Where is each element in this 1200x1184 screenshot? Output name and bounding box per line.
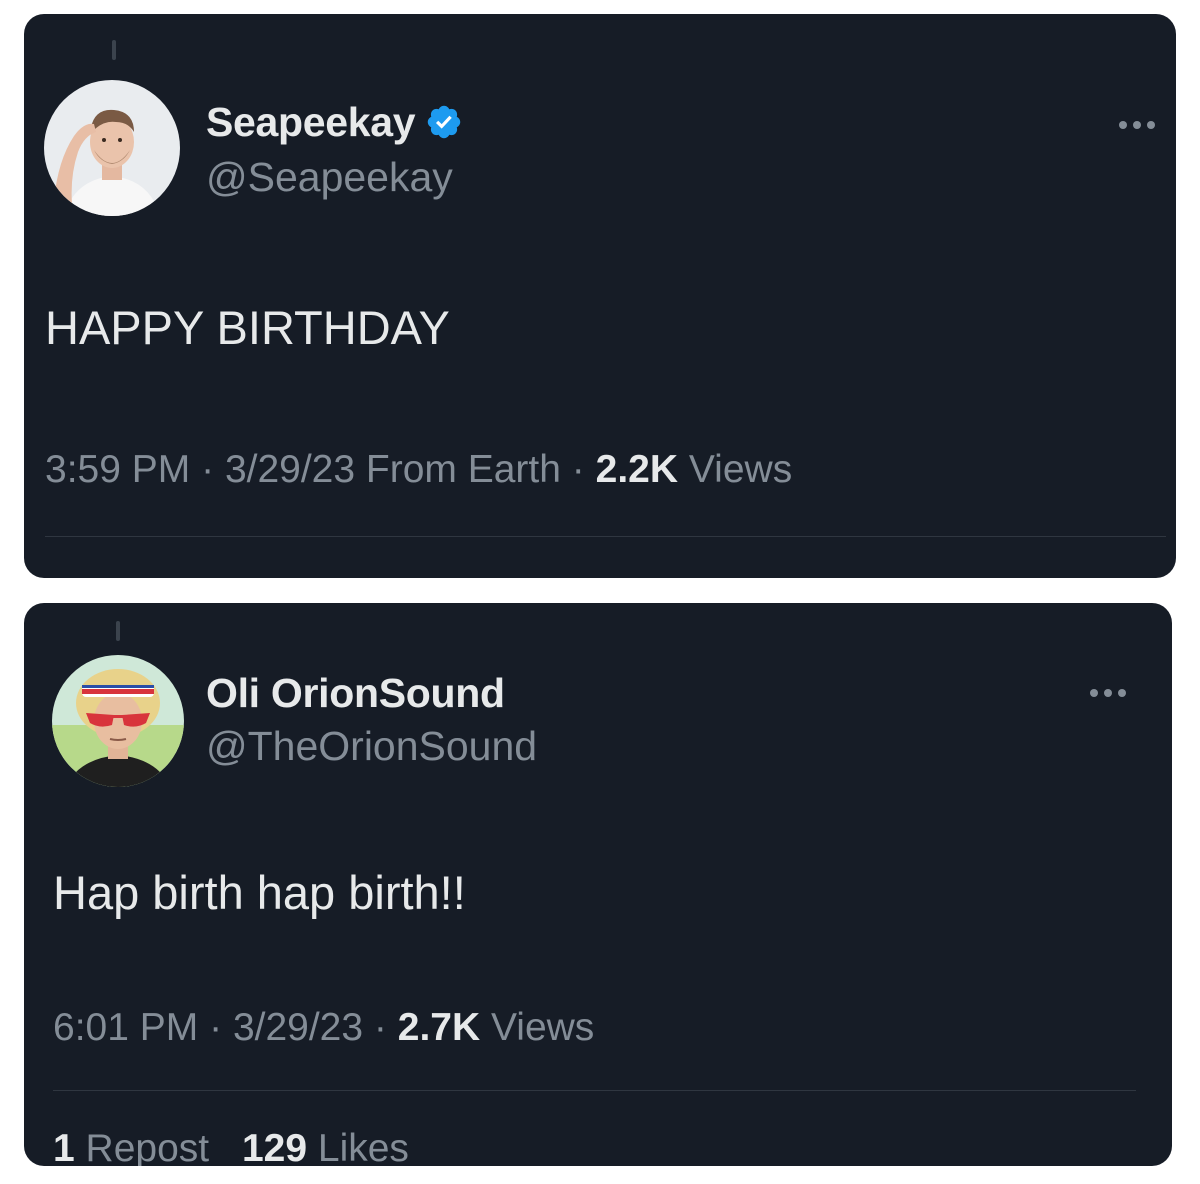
display-name[interactable]: Oli OrionSound [206, 670, 505, 717]
tweet-time[interactable]: 3:59 PM [45, 448, 190, 491]
verified-badge-icon [428, 105, 461, 139]
engagement-stats: 1 Repost 129 Likes [53, 1127, 431, 1166]
tweet-card-orionsound: Oli OrionSound @TheOrionSound Hap birth … [24, 603, 1172, 1166]
author-handle[interactable]: @Seapeekay [206, 154, 453, 201]
tweet-text: Hap birth hap birth!! [53, 866, 466, 919]
divider [53, 1090, 1136, 1091]
views-count: 2.2K [595, 448, 679, 491]
display-name[interactable]: Seapeekay [206, 99, 416, 146]
likes-label: Likes [317, 1127, 409, 1166]
tweet-date[interactable]: 3/29/23 [225, 448, 355, 491]
views-label: Views [490, 1006, 595, 1049]
thread-connector-line [112, 40, 116, 60]
author-name-row[interactable]: Seapeekay [206, 96, 463, 148]
tweet-text: HAPPY BIRTHDAY [45, 301, 450, 354]
tweet-source: From Earth [365, 448, 561, 491]
reposts-count: 1 [53, 1127, 75, 1166]
tweet-metadata: 6:01 PM · 3/29/23 · 2.7K Views [53, 1006, 594, 1050]
reposts-stat[interactable]: 1 Repost [53, 1127, 209, 1166]
meta-separator: · [201, 448, 215, 491]
reposts-label: Repost [85, 1127, 210, 1166]
divider [45, 536, 1166, 537]
avatar[interactable] [44, 80, 180, 216]
likes-stat[interactable]: 129 Likes [242, 1127, 409, 1166]
views-count: 2.7K [397, 1006, 481, 1049]
likes-count: 129 [241, 1127, 308, 1166]
meta-separator: · [373, 1006, 387, 1049]
author-handle[interactable]: @TheOrionSound [206, 723, 537, 770]
views-label: Views [688, 448, 793, 491]
thread-connector-line [116, 621, 120, 641]
avatar[interactable] [52, 655, 184, 787]
more-options-icon[interactable] [1090, 689, 1126, 697]
tweet-card-seapeekay: Seapeekay @Seapeekay HAPPY BIRTHDAY 3:59… [24, 14, 1176, 578]
tweet-date[interactable]: 3/29/23 [233, 1006, 363, 1049]
tweet-time[interactable]: 6:01 PM [53, 1006, 198, 1049]
more-options-icon[interactable] [1119, 121, 1155, 129]
meta-separator: · [209, 1006, 223, 1049]
tweet-metadata: 3:59 PM · 3/29/23 From Earth · 2.2K View… [45, 448, 792, 492]
author-name-row[interactable]: Oli OrionSound [206, 667, 505, 719]
meta-separator: · [571, 448, 585, 491]
